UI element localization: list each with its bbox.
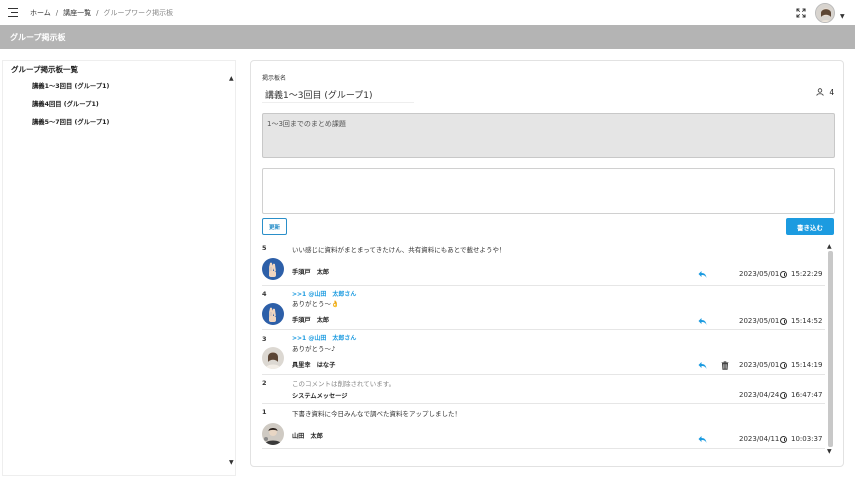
user-avatar[interactable] — [815, 3, 835, 23]
scroll-down-icon[interactable]: ▼ — [229, 459, 234, 466]
page-title: グループ掲示板 — [10, 33, 66, 42]
post-time: 15:14:19 — [791, 361, 823, 369]
clock-icon — [780, 392, 787, 399]
board-list-item[interactable]: 講義4回目 (グループ1) — [32, 99, 99, 108]
post-body: ありがとう〜👌 — [292, 300, 340, 308]
clock-icon — [780, 436, 787, 443]
post-body: いい感じに資料がまとまってきたけん、共有資料にもあとで載せようや！ — [292, 246, 506, 254]
scroll-up-icon[interactable]: ▲ — [229, 75, 234, 82]
post-time: 10:03:37 — [791, 435, 823, 443]
post-author: 具里幸 はな子 — [292, 362, 336, 369]
refresh-button[interactable]: 更新 — [262, 218, 287, 235]
post-number: 5 — [262, 244, 267, 252]
page-header: グループ掲示板 — [0, 25, 855, 49]
post-body: 下書き資料に今日みんなで調べた資料をアップしました！ — [292, 410, 461, 418]
post-date: 2023/05/01 — [739, 270, 780, 278]
post-number: 4 — [262, 290, 267, 298]
post-item: 5 いい感じに資料がまとまってきたけん、共有資料にもあとで載せようや！ 手須戸 … — [262, 243, 825, 286]
post-author: 山田 太郎 — [292, 433, 323, 440]
post-button[interactable]: 書き込む — [786, 218, 834, 235]
post-date: 2023/05/01 — [739, 361, 780, 369]
post-author: 手須戸 太郎 — [292, 269, 330, 276]
clock-icon — [780, 318, 787, 325]
post-number: 2 — [262, 379, 267, 387]
post-reply-reference[interactable]: >>1 @山田 太郎さん — [292, 333, 356, 342]
board-name: 講義1〜3回目 (グループ1) — [265, 91, 373, 101]
divider — [262, 102, 414, 103]
trash-icon[interactable] — [721, 361, 729, 370]
post-author: 手須戸 太郎 — [292, 317, 330, 324]
post-item: 1 下書き資料に今日みんなで調べた資料をアップしました！ 山田 太郎 2023/… — [262, 405, 825, 449]
avatar — [262, 258, 284, 280]
menu-icon[interactable] — [8, 8, 18, 18]
breadcrumb-separator: / — [55, 9, 59, 17]
chevron-down-icon[interactable]: ▼ — [840, 13, 845, 20]
post-reply-reference[interactable]: >>1 @山田 太郎さん — [292, 289, 356, 298]
scroll-down-icon[interactable]: ▼ — [827, 448, 832, 455]
board-list-item[interactable]: 講義1〜3回目 (グループ1) — [32, 81, 109, 90]
avatar — [262, 303, 284, 325]
reply-icon[interactable] — [698, 435, 707, 444]
post-item: 3 >>1 @山田 太郎さん ありがとう〜♪ 具里幸 はな子 2023/05/0… — [262, 331, 825, 375]
board-list-heading: グループ掲示板一覧 — [11, 65, 79, 74]
member-count: 4 — [816, 88, 834, 97]
scroll-up-icon[interactable]: ▲ — [827, 243, 832, 250]
user-icon — [816, 88, 824, 96]
post-date: 2023/05/01 — [739, 317, 780, 325]
breadcrumb-separator: / — [96, 9, 99, 17]
post-number: 1 — [262, 408, 267, 416]
board-list-panel: グループ掲示板一覧 講義1〜3回目 (グループ1) 講義4回目 (グループ1) … — [2, 60, 236, 476]
reply-icon[interactable] — [698, 270, 707, 279]
avatar — [262, 347, 284, 369]
clock-icon — [780, 271, 787, 278]
top-bar: ホーム / 講座一覧 / グループワーク掲示板 ▼ — [0, 0, 855, 25]
post-time: 15:14:52 — [791, 317, 823, 325]
post-time: 16:47:47 — [791, 391, 823, 399]
board-panel: 掲示板名 講義1〜3回目 (グループ1) 4 1〜3回までのまとめ課題 更新 書… — [250, 60, 844, 467]
post-body: このコメントは削除されています。 — [292, 380, 396, 388]
member-count-value: 4 — [829, 88, 835, 97]
post-number: 3 — [262, 335, 267, 343]
board-list-item[interactable]: 講義5〜7回目 (グループ1) — [32, 117, 109, 126]
clock-icon — [780, 362, 787, 369]
breadcrumb: ホーム / 講座一覧 / グループワーク掲示板 — [30, 8, 173, 18]
comment-input[interactable] — [262, 168, 835, 214]
breadcrumb-home[interactable]: ホーム — [30, 9, 51, 17]
post-date: 2023/04/11 — [739, 435, 780, 443]
post-body: ありがとう〜♪ — [292, 345, 336, 353]
board-description: 1〜3回までのまとめ課題 — [262, 113, 835, 158]
post-date: 2023/04/24 — [739, 391, 780, 399]
board-description-text: 1〜3回までのまとめ課題 — [267, 120, 346, 128]
post-list-scrollbar[interactable]: ▲ ▼ — [827, 243, 835, 459]
scrollbar-thumb[interactable] — [828, 251, 833, 447]
breadcrumb-course-list[interactable]: 講座一覧 — [63, 9, 91, 17]
reply-icon[interactable] — [698, 361, 707, 370]
reply-icon[interactable] — [698, 317, 707, 326]
board-name-label: 掲示板名 — [262, 75, 287, 82]
post-time: 15:22:29 — [791, 270, 823, 278]
post-author: システムメッセージ — [292, 393, 348, 400]
fullscreen-icon[interactable] — [796, 8, 806, 18]
post-item: 4 >>1 @山田 太郎さん ありがとう〜👌 手須戸 太郎 2023/05/01… — [262, 287, 825, 330]
post-item: 2 このコメントは削除されています。 システムメッセージ 2023/04/24 … — [262, 376, 825, 404]
avatar — [262, 423, 284, 445]
breadcrumb-current: グループワーク掲示板 — [103, 9, 174, 17]
